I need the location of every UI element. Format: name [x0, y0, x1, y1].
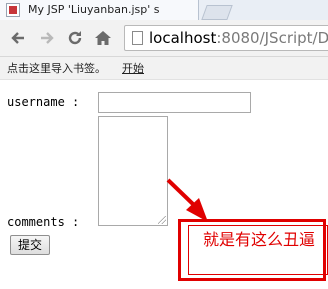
- annotation-text: 就是有这么丑逼: [203, 230, 316, 249]
